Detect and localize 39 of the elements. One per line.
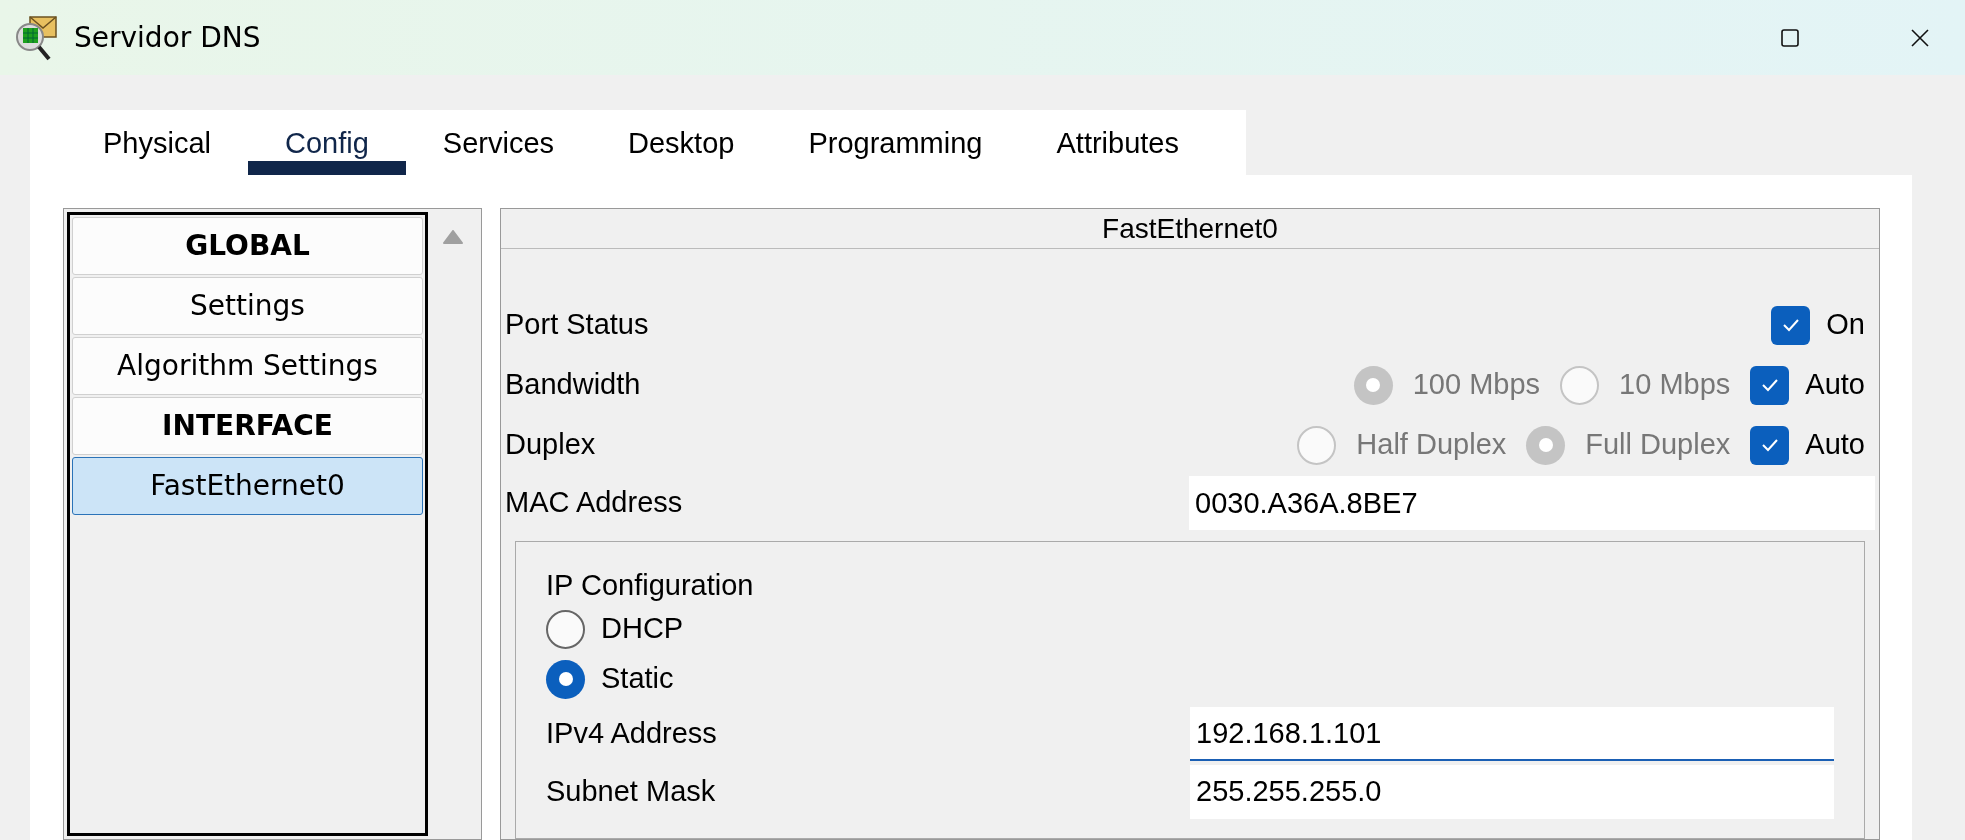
checkbox[interactable] — [1771, 305, 1811, 345]
radio-button[interactable] — [546, 659, 585, 699]
option-label: 100 Mbps — [1412, 367, 1541, 403]
option-label: Static — [601, 661, 674, 697]
text-field[interactable]: 255.255.255.0 — [1190, 765, 1834, 819]
sidebar-item[interactable]: Algorithm Settings — [72, 337, 423, 395]
field-label: Duplex — [505, 427, 597, 463]
option-label: Auto — [1805, 427, 1865, 463]
field-label: IPv4 Address — [546, 716, 718, 752]
option-label: 10 Mbps — [1619, 367, 1731, 403]
tab[interactable]: Physical — [66, 110, 248, 175]
sidebar-item[interactable]: FastEthernet0 — [72, 457, 423, 515]
option-label: On — [1826, 307, 1865, 343]
maximize-icon — [1781, 28, 1799, 47]
field-label: Bandwidth — [505, 367, 642, 403]
checkmark-icon — [1781, 318, 1800, 332]
option-label: Full Duplex — [1585, 427, 1731, 463]
radio-button[interactable] — [546, 609, 585, 649]
field-label: MAC Address — [505, 485, 684, 521]
mac-address-field[interactable]: 0030.A36A.8BE7 — [1189, 476, 1875, 530]
checkmark-icon — [1760, 378, 1779, 392]
option-label: Half Duplex — [1356, 427, 1507, 463]
close-icon — [1911, 28, 1929, 47]
tab[interactable]: Attributes — [1019, 110, 1216, 175]
sidebar-item[interactable]: Settings — [72, 277, 423, 335]
window-title: Servidor DNS — [74, 19, 261, 56]
option-label: DHCP — [601, 611, 684, 647]
tab[interactable]: Desktop — [591, 110, 772, 175]
tab[interactable]: Services — [405, 110, 592, 175]
field-label: Subnet Mask — [546, 774, 717, 810]
field-label: Port Status — [505, 307, 650, 343]
tab[interactable]: Programming — [771, 110, 1020, 175]
sidebar-item[interactable]: GLOBAL — [72, 217, 423, 275]
group-title: IP Configuration — [546, 568, 755, 603]
sidebar-item[interactable]: INTERFACE — [72, 397, 423, 455]
text-field[interactable]: 192.168.1.101 — [1190, 707, 1834, 761]
option-label: Auto — [1805, 367, 1865, 403]
panel-header: FastEthernet0 — [501, 209, 1879, 249]
checkmark-icon — [1760, 438, 1779, 452]
